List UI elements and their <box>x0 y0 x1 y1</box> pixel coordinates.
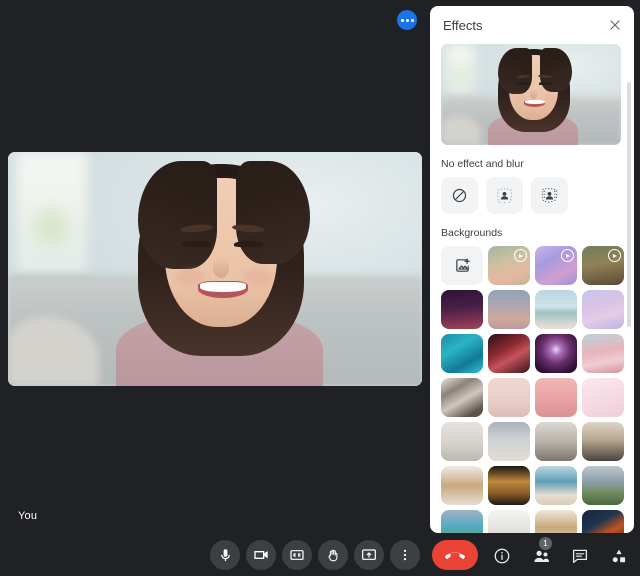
blur-icon[interactable] <box>531 177 568 214</box>
play-icon <box>561 249 574 262</box>
person-hair-left <box>138 161 218 269</box>
play-icon <box>608 249 621 262</box>
background-mountain-lake[interactable] <box>582 466 624 505</box>
background-tropical-beach[interactable] <box>441 510 483 533</box>
effects-panel: Effects No effect and blur Backgrounds <box>430 6 634 533</box>
call-controls <box>210 540 478 570</box>
play-icon <box>514 249 527 262</box>
chat-bubble-icon[interactable] <box>569 545 591 567</box>
background-sunset-ocean[interactable] <box>488 290 530 329</box>
effects-panel-title: Effects <box>443 17 483 33</box>
background-beach-sky[interactable] <box>535 290 577 329</box>
person-eye-right <box>233 240 263 247</box>
closed-captions-icon[interactable] <box>282 540 312 570</box>
background-sprinkles[interactable] <box>582 378 624 417</box>
video-camera-icon[interactable] <box>246 540 276 570</box>
section-label-no-effect: No effect and blur <box>441 158 524 170</box>
preview-eye-left <box>516 82 530 85</box>
background-wooden-interior[interactable] <box>535 510 577 533</box>
background-underwater-blue[interactable] <box>441 334 483 373</box>
self-video-tile[interactable] <box>8 152 422 386</box>
background-sunlit-room[interactable] <box>535 422 577 461</box>
background-restaurant-bar[interactable] <box>488 466 530 505</box>
preview-eye-right <box>539 82 552 85</box>
background-animated-classroom[interactable] <box>488 246 530 285</box>
background-cherry-blossom[interactable] <box>582 334 624 373</box>
slight-blur-icon[interactable] <box>486 177 523 214</box>
video-stage: You <box>0 0 430 533</box>
background-upload[interactable] <box>441 246 483 285</box>
background-bookshelf-office[interactable] <box>582 422 624 461</box>
background-shelving-nook[interactable] <box>441 466 483 505</box>
no-effect-icon[interactable] <box>441 177 478 214</box>
self-preview <box>441 44 621 145</box>
background-animated-purple-room[interactable] <box>535 246 577 285</box>
bottom-toolbar: 12:32 <box>0 533 640 576</box>
self-name-label: You <box>18 510 38 522</box>
close-icon[interactable] <box>604 14 626 36</box>
background-gallery-wall[interactable] <box>441 422 483 461</box>
people-icon[interactable]: 1 <box>530 537 552 567</box>
person-teeth <box>200 281 247 292</box>
info-circle-icon[interactable] <box>491 545 513 567</box>
add-image-icon <box>455 258 470 272</box>
meeting-right-controls: 1 <box>491 537 630 567</box>
participants-badge: 1 <box>539 537 552 550</box>
backgrounds-grid <box>441 246 624 533</box>
meet-window: You 12:32 <box>0 0 640 576</box>
effect-buttons <box>441 177 624 214</box>
raised-hand-icon[interactable] <box>318 540 348 570</box>
background-party-stage[interactable] <box>441 290 483 329</box>
background-modern-loft[interactable] <box>488 422 530 461</box>
preview-hair-left <box>497 48 532 95</box>
effects-panel-body[interactable]: No effect and blur Backgrounds <box>430 44 634 533</box>
microphone-icon[interactable] <box>210 540 240 570</box>
more-horizontal-icon[interactable] <box>397 10 417 30</box>
background-pastel-clouds[interactable] <box>582 290 624 329</box>
background-blush-texture[interactable] <box>488 378 530 417</box>
background-sheep-field[interactable] <box>488 510 530 533</box>
background-animated-fantasy-landscape[interactable] <box>582 246 624 285</box>
background-fireworks[interactable] <box>535 334 577 373</box>
background-red-nebula[interactable] <box>488 334 530 373</box>
present-screen-icon[interactable] <box>354 540 384 570</box>
preview-scene <box>441 44 621 145</box>
section-label-backgrounds: Backgrounds <box>441 227 503 239</box>
preview-cheek-right <box>543 94 557 102</box>
background-pebbles[interactable] <box>441 378 483 417</box>
phone-hangup-icon[interactable] <box>432 540 478 570</box>
activities-icon[interactable] <box>608 545 630 567</box>
background-coastal-arch[interactable] <box>535 466 577 505</box>
effects-panel-header: Effects <box>430 6 634 44</box>
background-autumn-leaves[interactable] <box>582 510 624 533</box>
background-pink-tiles[interactable] <box>535 378 577 417</box>
preview-nose <box>530 89 538 99</box>
more-vertical-icon[interactable] <box>390 540 420 570</box>
scene-plant <box>32 208 71 246</box>
preview-teeth <box>524 100 545 105</box>
person-eye-left <box>181 240 211 247</box>
effects-scrollbar[interactable] <box>627 82 631 327</box>
video-scene <box>8 152 422 386</box>
